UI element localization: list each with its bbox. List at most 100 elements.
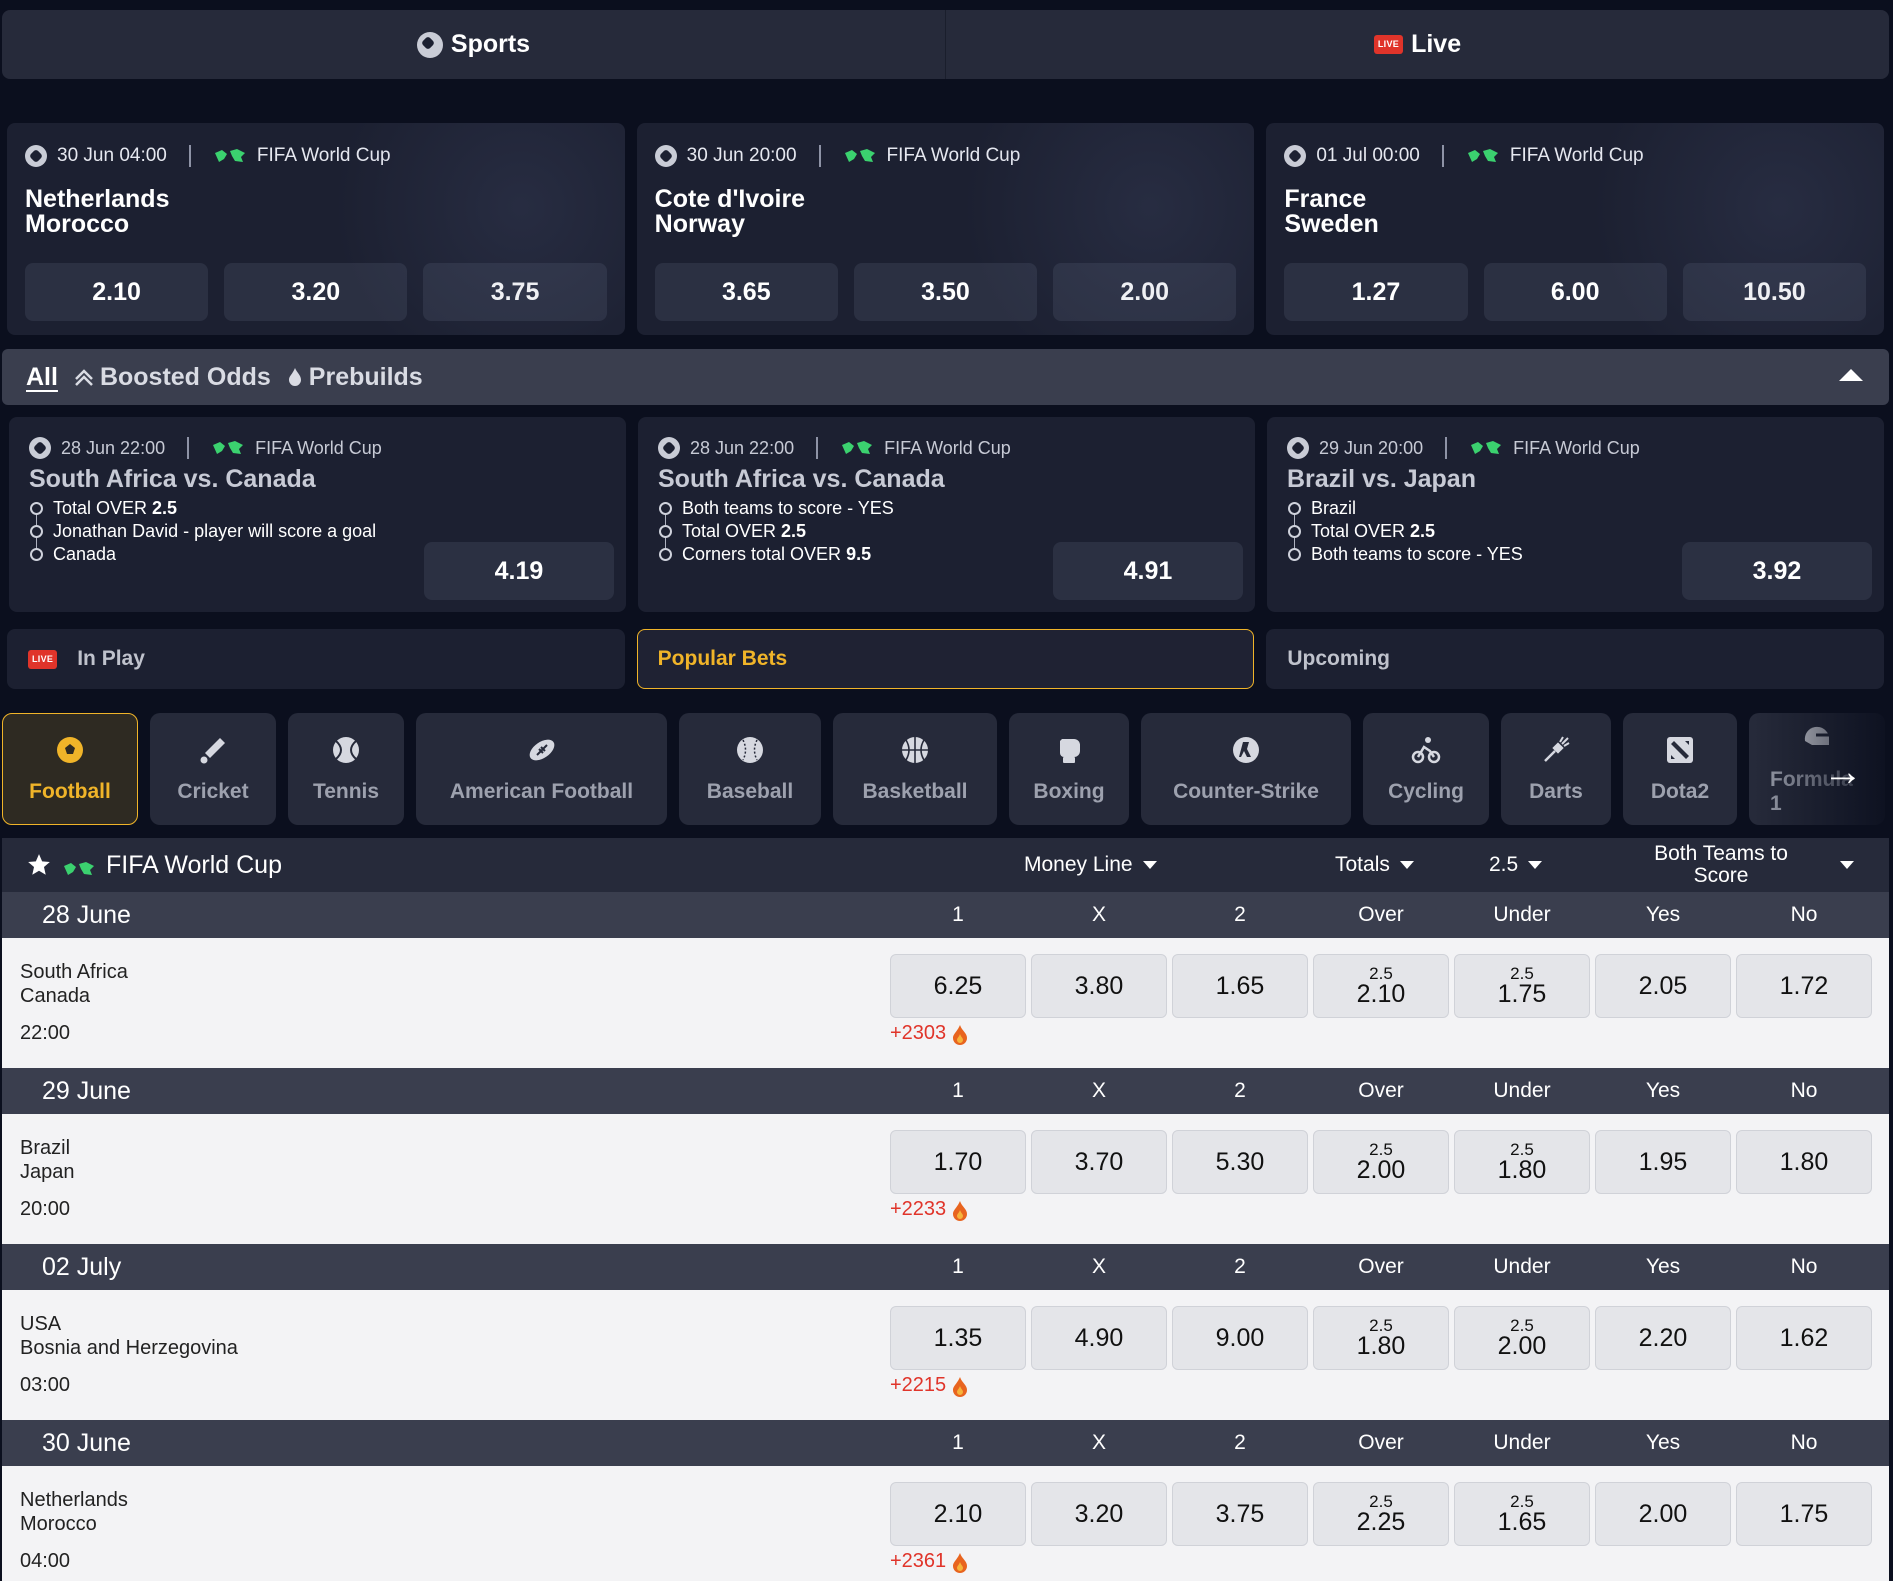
- star-icon[interactable]: [26, 852, 52, 878]
- filter-prebuilds[interactable]: Prebuilds: [287, 363, 423, 392]
- odds-away-button[interactable]: 10.50: [1682, 263, 1866, 321]
- table-row[interactable]: Brazil Japan 20:00 1.70 3.70 5.30 2.5 2.00 2.5 1.…: [2, 1114, 1889, 1244]
- odds-yes-button[interactable]: 2.00: [1595, 1482, 1731, 1546]
- tab-upcoming[interactable]: Upcoming: [1266, 629, 1885, 689]
- sport-baseball[interactable]: Baseball: [679, 713, 821, 825]
- odds-over-button[interactable]: 2.5 2.25: [1313, 1482, 1449, 1546]
- competition-name: FIFA World Cup: [1513, 437, 1640, 458]
- sport-basketball[interactable]: Basketball: [833, 713, 997, 825]
- boosted-odds-button[interactable]: 4.19: [424, 542, 614, 600]
- odds-home-button[interactable]: 2.10: [890, 1482, 1026, 1546]
- boosted-card[interactable]: 29 Jun 20:00 FIFA World Cup Brazil vs. J…: [1267, 417, 1884, 612]
- odds-draw-button[interactable]: 6.00: [1483, 263, 1667, 321]
- sport-dota2[interactable]: Dota2: [1623, 713, 1737, 825]
- odds-under-button[interactable]: 2.5 2.00: [1454, 1306, 1590, 1370]
- more-markets-link[interactable]: +2233: [890, 1198, 968, 1221]
- odds-yes-button[interactable]: 2.20: [1595, 1306, 1731, 1370]
- tab-sports[interactable]: Sports: [2, 10, 946, 79]
- odds-draw-button[interactable]: 3.70: [1031, 1130, 1167, 1194]
- bts-dropdown[interactable]: Both Teams to Score: [1632, 838, 1854, 892]
- column-header: Yes: [1645, 1431, 1681, 1454]
- world-cup-icon: [843, 147, 877, 165]
- boosted-odds-button[interactable]: 3.92: [1682, 542, 1872, 600]
- odds-under-button[interactable]: 2.5 1.75: [1454, 954, 1590, 1018]
- boosted-card[interactable]: 28 Jun 22:00 FIFA World Cup South Africa…: [9, 417, 626, 612]
- sport-american-football[interactable]: American Football: [416, 713, 667, 825]
- sport-label: Darts: [1529, 780, 1583, 803]
- table-row[interactable]: USA Bosnia and Herzegovina 03:00 1.35 4.90 9.…: [2, 1290, 1889, 1420]
- tab-popular-bets[interactable]: Popular Bets: [636, 629, 1255, 689]
- money-line-dropdown[interactable]: Money Line: [1024, 838, 1157, 892]
- odds-over-button[interactable]: 2.5 2.10: [1313, 954, 1449, 1018]
- scroll-right-arrow-icon[interactable]: →: [1823, 750, 1863, 795]
- sport-cricket[interactable]: Cricket: [150, 713, 276, 825]
- sport-boxing[interactable]: Boxing: [1009, 713, 1129, 825]
- filter-boosted-odds[interactable]: Boosted Odds: [74, 363, 271, 392]
- odds-under-button[interactable]: 2.5 1.80: [1454, 1130, 1590, 1194]
- totals-dropdown[interactable]: Totals: [1335, 838, 1414, 892]
- odds-away-button[interactable]: 3.75: [1172, 1482, 1308, 1546]
- featured-card[interactable]: 30 Jun 04:00 FIFA World Cup Netherlands …: [7, 123, 625, 335]
- odds-value: 1.75: [1497, 980, 1547, 1008]
- tab-live[interactable]: LIVE Live: [946, 10, 1889, 79]
- odds-draw-button[interactable]: 3.20: [224, 263, 408, 321]
- world-cup-icon: [1466, 147, 1500, 165]
- odds-home-button[interactable]: 1.27: [1284, 263, 1468, 321]
- odds-away-button[interactable]: 9.00: [1172, 1306, 1308, 1370]
- odds-home-button[interactable]: 1.70: [890, 1130, 1026, 1194]
- odds-away-button[interactable]: 5.30: [1172, 1130, 1308, 1194]
- odds-yes-button[interactable]: 1.95: [1595, 1130, 1731, 1194]
- competition-name: FIFA World Cup: [886, 145, 1021, 166]
- odds-draw-button[interactable]: 3.50: [853, 263, 1038, 321]
- line-dropdown[interactable]: 2.5: [1489, 838, 1543, 892]
- odds-home-button[interactable]: 3.65: [654, 263, 838, 321]
- boosted-card[interactable]: 28 Jun 22:00 FIFA World Cup South Africa…: [638, 417, 1255, 612]
- sports-selector: Football Cricket Tennis American Footbal…: [2, 713, 1893, 825]
- odds-under-button[interactable]: 2.5 1.65: [1454, 1482, 1590, 1546]
- bet-leg: Brazil: [1288, 498, 1714, 518]
- sport-counter-strike[interactable]: Counter-Strike: [1141, 713, 1351, 825]
- sport-darts[interactable]: Darts: [1501, 713, 1611, 825]
- more-markets-link[interactable]: +2303: [890, 1022, 968, 1045]
- featured-card[interactable]: 01 Jul 00:00 FIFA World Cup France Swede…: [1266, 123, 1885, 335]
- leg-value: 9.5: [846, 544, 872, 564]
- tab-in-play[interactable]: LIVE In Play: [7, 629, 625, 689]
- sport-tennis[interactable]: Tennis: [288, 713, 404, 825]
- match-meta: 30 Jun 04:00 FIFA World Cup: [25, 143, 607, 169]
- odds-value: 2.20: [1638, 1323, 1688, 1352]
- more-markets-link[interactable]: +2361: [890, 1550, 968, 1573]
- column-header: Under: [1493, 903, 1551, 926]
- sport-football[interactable]: Football: [2, 713, 138, 825]
- filter-all[interactable]: All: [26, 363, 58, 392]
- odds-draw-button[interactable]: 3.20: [1031, 1482, 1167, 1546]
- odds-over-button[interactable]: 2.5 1.80: [1313, 1306, 1449, 1370]
- sport-cycling[interactable]: Cycling: [1363, 713, 1489, 825]
- sport-label: Cycling: [1388, 780, 1464, 803]
- column-header: No: [1790, 1079, 1818, 1102]
- odds-away-button[interactable]: 3.75: [423, 263, 607, 321]
- odds-draw-button[interactable]: 4.90: [1031, 1306, 1167, 1370]
- odds-home-button[interactable]: 6.25: [890, 954, 1026, 1018]
- table-row[interactable]: South Africa Canada 22:00 6.25 3.80 1.65 2.5 2.…: [2, 938, 1889, 1068]
- table-row[interactable]: Netherlands Morocco 04:00 2.10 3.20 3.75 2.5 2.…: [2, 1466, 1889, 1581]
- odds-home-button[interactable]: 1.35: [890, 1306, 1026, 1370]
- odds-home-button[interactable]: 2.10: [25, 263, 209, 321]
- more-markets-link[interactable]: +2215: [890, 1374, 968, 1397]
- odds-over-button[interactable]: 2.5 2.00: [1313, 1130, 1449, 1194]
- odds-value: 2.05: [1638, 971, 1688, 1000]
- collapse-icon[interactable]: [1839, 369, 1863, 381]
- odds-yes-button[interactable]: 2.05: [1595, 954, 1731, 1018]
- odds-value: 2.10: [933, 1499, 983, 1528]
- odds-value: 1.80: [1497, 1156, 1547, 1184]
- odds-away-button[interactable]: 2.00: [1053, 263, 1237, 321]
- odds-no-button[interactable]: 1.75: [1736, 1482, 1872, 1546]
- sport-formula-1[interactable]: Formula 1: [1749, 713, 1885, 825]
- odds-no-button[interactable]: 1.72: [1736, 954, 1872, 1018]
- featured-card[interactable]: 30 Jun 20:00 FIFA World Cup Cote d'Ivoir…: [636, 123, 1255, 335]
- odds-away-button[interactable]: 1.65: [1172, 954, 1308, 1018]
- odds-no-button[interactable]: 1.62: [1736, 1306, 1872, 1370]
- odds-draw-button[interactable]: 3.80: [1031, 954, 1167, 1018]
- match-meta: 28 Jun 22:00 FIFA World Cup: [658, 435, 1235, 461]
- boosted-odds-button[interactable]: 4.91: [1053, 542, 1243, 600]
- odds-no-button[interactable]: 1.80: [1736, 1130, 1872, 1194]
